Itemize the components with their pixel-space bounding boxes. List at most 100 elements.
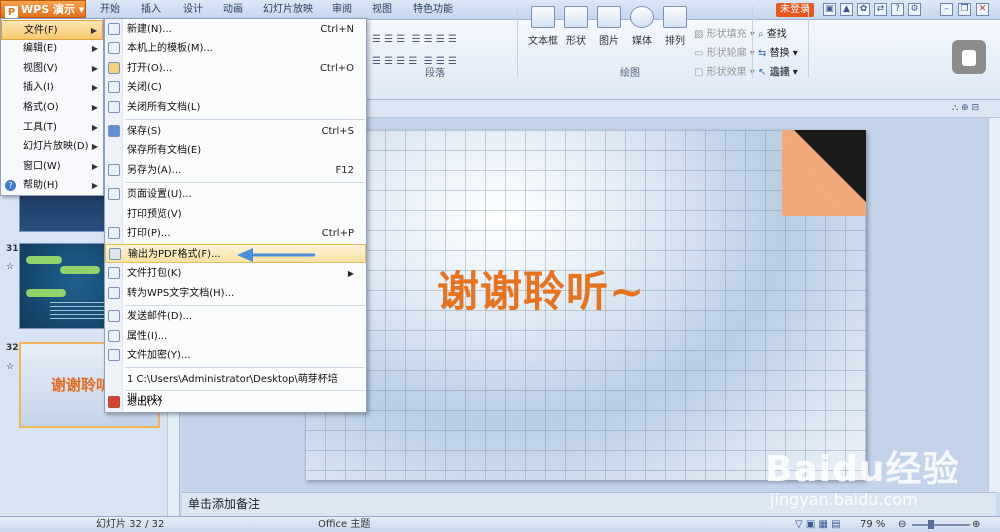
lock-icon [108, 349, 120, 361]
settings-icon[interactable]: ⚙ [908, 3, 921, 16]
app-menu-button[interactable]: P WPS 演示 ▾ [0, 0, 86, 19]
file-export-pdf[interactable]: 输出为PDF格式(F)... [105, 244, 366, 263]
textbox-button[interactable]: 文本框 [527, 6, 559, 62]
folder-icon [108, 62, 120, 74]
file-exit[interactable]: 退出(X) [105, 393, 366, 412]
tab-design[interactable]: 设计 [183, 2, 203, 18]
ribbon-separator [752, 6, 753, 78]
app-menu: 文件(F) ▶ 编辑(E) ▶ 视图(V) ▶ 插入(I) ▶ 格式(O) ▶ 工具(T)… [0, 18, 104, 196]
file-open[interactable]: 打开(O)... Ctrl+O [105, 59, 366, 78]
file-save[interactable]: 保存(S) Ctrl+S [105, 122, 366, 141]
picture-button[interactable]: 图片 [593, 6, 625, 62]
menu-separator [125, 119, 365, 120]
shirt-icon[interactable]: ✿ [857, 3, 870, 16]
bag-icon[interactable] [952, 40, 986, 74]
close-all-icon [108, 101, 120, 113]
close-doc-icon [108, 81, 120, 93]
find-label: 查找 [766, 29, 787, 40]
picture-icon [597, 6, 621, 28]
menu-separator [125, 305, 365, 306]
file-package[interactable]: 文件打包(K) ▶ [105, 264, 366, 283]
shape-effect-button[interactable]: ▢ 形状效果 ▾ [694, 66, 755, 80]
exit-icon [108, 396, 120, 408]
annotation-arrow-icon [237, 248, 315, 262]
file-encrypt[interactable]: 文件加密(Y)... [105, 346, 366, 365]
paragraph-controls[interactable]: ☰ ☰ ☰ ☰ ☰ ☰ ☰ [372, 34, 457, 45]
zoom-slider[interactable] [912, 524, 970, 526]
replace-label: 替换 [769, 48, 790, 59]
menu-separator [125, 182, 365, 183]
file-local-templates[interactable]: 本机上的模板(M)... [105, 39, 366, 58]
close-icon[interactable]: ✕ [976, 3, 989, 16]
zoom-in-icon[interactable]: ⊕ [972, 517, 980, 532]
file-close[interactable]: 关闭(C) [105, 78, 366, 97]
media-label: 媒体 [632, 36, 652, 47]
slide-title[interactable]: 谢谢聆听~ [437, 258, 645, 319]
minimize-icon[interactable]: – [940, 3, 953, 16]
menu-item-label: 幻灯片放映(D) [23, 141, 89, 152]
drawing-group-label: 绘图 [620, 68, 640, 79]
menu-item-format[interactable]: 格式(O) ▶ [1, 98, 103, 118]
shape-button[interactable]: 形状 [560, 6, 592, 62]
chevron-right-icon: ▶ [90, 26, 97, 35]
tab-view[interactable]: 视图 [372, 2, 392, 18]
file-print[interactable]: 打印(P)... Ctrl+P [105, 224, 366, 243]
media-icon [630, 6, 654, 28]
menu-item-tools[interactable]: 工具(T) ▶ [1, 118, 103, 138]
menu-item-label: 窗口(W) [23, 161, 61, 172]
arrange-label: 排列 [665, 36, 685, 47]
file-open-label: 打开(O)... [127, 63, 173, 74]
share-icon[interactable]: ⇄ [874, 3, 887, 16]
menu-item-help[interactable]: ? 帮助(H) ▶ [1, 176, 103, 196]
file-save-all[interactable]: 保存所有文档(E) [105, 141, 366, 160]
tab-insert[interactable]: 插入 [141, 2, 161, 18]
shortcut: Ctrl+N [320, 24, 354, 35]
tab-slideshow[interactable]: 幻灯片放映 [263, 2, 313, 18]
file-new[interactable]: 新建(N)... Ctrl+N [105, 20, 366, 39]
tab-features[interactable]: 特色功能 [413, 2, 453, 18]
file-properties[interactable]: 属性(I)... [105, 327, 366, 346]
menu-item-insert[interactable]: 插入(I) ▶ [1, 78, 103, 98]
menu-item-edit[interactable]: 编辑(E) ▶ [1, 39, 103, 59]
print-icon [108, 227, 120, 239]
file-close-all[interactable]: 关闭所有文档(L) [105, 98, 366, 117]
zoom-out-icon[interactable]: ⊖ [898, 517, 906, 532]
textbox-icon [531, 6, 555, 28]
menu-item-file[interactable]: 文件(F) ▶ [1, 20, 103, 40]
chevron-right-icon: ▶ [91, 44, 98, 53]
shape-outline-button[interactable]: ▭ 形状轮廓 ▾ [694, 47, 755, 61]
menu-item-view[interactable]: 视图(V) ▶ [1, 59, 103, 79]
restore-icon[interactable]: ❐ [958, 3, 971, 16]
file-save-as[interactable]: 另存为(A)... F12 [105, 161, 366, 180]
media-button[interactable]: 媒体 [626, 6, 658, 62]
file-convert-wps[interactable]: 转为WPS文字文档(H)... [105, 284, 366, 303]
tab-home[interactable]: 开始 [100, 2, 120, 18]
up-icon[interactable]: ▲ [840, 3, 853, 16]
properties-icon [108, 330, 120, 342]
file-print-preview[interactable]: 打印预览(V) [105, 205, 366, 224]
save-icon [108, 125, 120, 137]
zoom-slider-thumb[interactable] [928, 520, 934, 529]
pane-toggle-icon[interactable]: ⛬ ⊕ ⊟ [952, 103, 979, 113]
file-send-mail[interactable]: 发送邮件(D)... [105, 307, 366, 326]
find-button[interactable]: ⌕ 查找 [758, 28, 787, 42]
menu-item-slideshow[interactable]: 幻灯片放映(D) ▶ [1, 137, 103, 157]
menu-item-window[interactable]: 窗口(W) ▶ [1, 157, 103, 177]
textbox-label: 文本框 [528, 36, 558, 47]
skin-icon[interactable]: ▣ [823, 3, 836, 16]
tab-review[interactable]: 审阅 [332, 2, 352, 18]
recent-file-1[interactable]: 1 C:\Users\Administrator\Desktop\萌芽杯培训.p… [105, 370, 366, 404]
shortcut: Ctrl+P [321, 228, 354, 239]
shape-fill-button[interactable]: ▨ 形状填充 ▾ [694, 28, 755, 42]
arrange-button[interactable]: 排列 [659, 6, 691, 62]
file-convert-label: 转为WPS文字文档(H)... [127, 288, 235, 299]
replace-button[interactable]: ⇆ 替换 ▾ [758, 47, 798, 61]
tab-animation[interactable]: 动画 [223, 2, 243, 18]
help-icon[interactable]: ? [891, 3, 904, 16]
editing-scrollbar[interactable] [988, 118, 1000, 492]
view-buttons[interactable]: ▽ ▣ ▦ ▤ [795, 517, 841, 532]
chevron-right-icon: ▶ [91, 64, 98, 73]
app-name: WPS 演示 [21, 3, 75, 16]
file-page-setup[interactable]: 页面设置(U)... [105, 185, 366, 204]
slide-canvas[interactable]: 谢谢聆听~ [305, 130, 866, 480]
